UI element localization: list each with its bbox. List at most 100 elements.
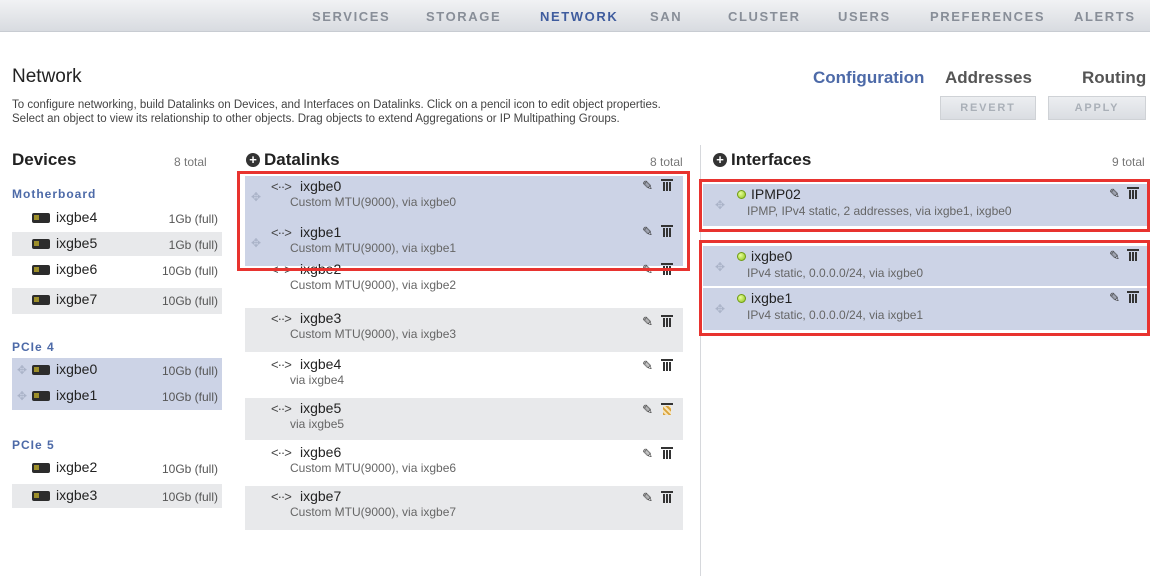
- datalink-row[interactable]: ✥ <··> ixgbe1 Custom MTU(9000), via ixgb…: [245, 222, 683, 266]
- device-row[interactable]: ✥ ixgbe0 10Gb (full): [12, 358, 222, 384]
- device-row[interactable]: ixgbe3 10Gb (full): [12, 484, 222, 508]
- datalink-icon: <··>: [271, 489, 292, 504]
- datalink-row[interactable]: <··> ixgbe4 via ixgbe4 ✎: [245, 354, 683, 396]
- trash-icon[interactable]: [661, 359, 673, 371]
- trash-icon[interactable]: [661, 179, 673, 191]
- datalink-name: ixgbe1: [300, 224, 342, 240]
- datalink-desc: via ixgbe5: [290, 417, 345, 431]
- pencil-icon[interactable]: ✎: [642, 262, 653, 278]
- device-row[interactable]: ixgbe4 1Gb (full): [12, 206, 222, 230]
- datalink-name: ixgbe2: [300, 261, 342, 277]
- datalink-row[interactable]: <··> ixgbe5 via ixgbe5 ✎: [245, 398, 683, 440]
- pencil-icon[interactable]: ✎: [642, 446, 653, 462]
- status-up-icon: [737, 252, 746, 261]
- trash-icon[interactable]: [1127, 291, 1139, 303]
- trash-icon[interactable]: [1127, 249, 1139, 261]
- add-interface-icon[interactable]: +: [713, 153, 727, 167]
- trash-icon[interactable]: [661, 225, 673, 237]
- interface-row[interactable]: ✥ ixgbe0 IPv4 static, 0.0.0.0/24, via ix…: [703, 246, 1147, 286]
- device-speed: 10Gb (full): [161, 364, 218, 378]
- nic-chip-icon: [32, 391, 50, 401]
- pencil-icon[interactable]: ✎: [1109, 186, 1120, 202]
- pencil-icon[interactable]: ✎: [642, 490, 653, 506]
- pencil-icon[interactable]: ✎: [642, 178, 653, 194]
- datalink-desc: via ixgbe4: [290, 373, 345, 387]
- trash-icon[interactable]: [661, 447, 673, 459]
- interfaces-header: + Interfaces: [713, 150, 811, 170]
- device-speed: 1Gb (full): [168, 212, 218, 226]
- device-speed: 10Gb (full): [161, 264, 218, 278]
- nav-network[interactable]: NETWORK: [540, 9, 618, 24]
- datalink-name: ixgbe7: [300, 488, 342, 504]
- drag-handle-icon[interactable]: ✥: [715, 302, 725, 316]
- nav-alerts[interactable]: ALERTS: [1074, 9, 1136, 24]
- trash-icon[interactable]: [661, 315, 673, 327]
- drag-handle-icon[interactable]: ✥: [251, 190, 261, 204]
- device-row[interactable]: ixgbe7 10Gb (full): [12, 288, 222, 314]
- datalink-row[interactable]: ✥ <··> ixgbe0 Custom MTU(9000), via ixgb…: [245, 176, 683, 222]
- revert-button[interactable]: REVERT: [940, 96, 1036, 120]
- pencil-icon[interactable]: ✎: [1109, 290, 1120, 306]
- datalinks-title: Datalinks: [264, 150, 340, 169]
- drag-handle-icon[interactable]: ✥: [251, 236, 261, 250]
- device-row[interactable]: ✥ ixgbe1 10Gb (full): [12, 384, 222, 410]
- status-up-icon: [737, 190, 746, 199]
- interfaces-count: 9 total: [1112, 155, 1145, 169]
- nic-chip-icon: [32, 295, 50, 305]
- interface-row[interactable]: ✥ ixgbe1 IPv4 static, 0.0.0.0/24, via ix…: [703, 288, 1147, 330]
- datalink-row[interactable]: <··> ixgbe2 Custom MTU(9000), via ixgbe2…: [245, 261, 683, 308]
- datalink-desc: Custom MTU(9000), via ixgbe1: [290, 241, 457, 255]
- datalink-row[interactable]: <··> ixgbe7 Custom MTU(9000), via ixgbe7…: [245, 486, 683, 530]
- datalink-name: ixgbe0: [300, 178, 342, 194]
- pencil-icon[interactable]: ✎: [642, 224, 653, 240]
- pencil-icon[interactable]: ✎: [1109, 248, 1120, 264]
- add-datalink-icon[interactable]: +: [246, 153, 260, 167]
- interface-name: ixgbe0: [751, 248, 793, 264]
- device-name: ixgbe0: [56, 361, 98, 377]
- apply-button[interactable]: APPLY: [1048, 96, 1146, 120]
- devices-title: Devices: [12, 150, 77, 169]
- device-speed: 10Gb (full): [161, 462, 218, 476]
- datalink-icon: <··>: [271, 179, 292, 194]
- nic-chip-icon: [32, 265, 50, 275]
- pencil-icon[interactable]: ✎: [642, 402, 653, 418]
- nav-preferences[interactable]: PREFERENCES: [930, 9, 1045, 24]
- interface-name: IPMP02: [751, 186, 801, 202]
- column-divider: [700, 145, 701, 576]
- trash-icon[interactable]: [661, 263, 673, 275]
- interface-row[interactable]: ✥ IPMP02 IPMP, IPv4 static, 2 addresses,…: [703, 184, 1147, 226]
- drag-handle-icon[interactable]: ✥: [715, 198, 725, 212]
- top-nav: SERVICES STORAGE NETWORK SAN CLUSTER USE…: [0, 0, 1150, 32]
- nav-services[interactable]: SERVICES: [312, 9, 390, 24]
- drag-handle-icon[interactable]: ✥: [715, 260, 725, 274]
- device-name: ixgbe5: [56, 235, 98, 251]
- datalink-row[interactable]: <··> ixgbe3 Custom MTU(9000), via ixgbe3…: [245, 308, 683, 352]
- datalink-desc: Custom MTU(9000), via ixgbe6: [290, 461, 457, 475]
- nav-users[interactable]: USERS: [838, 9, 891, 24]
- datalink-icon: <··>: [271, 445, 292, 460]
- pencil-icon[interactable]: ✎: [642, 358, 653, 374]
- device-name: ixgbe7: [56, 291, 98, 307]
- nav-san[interactable]: SAN: [650, 9, 682, 24]
- tab-configuration[interactable]: Configuration: [813, 68, 924, 88]
- device-row[interactable]: ixgbe6 10Gb (full): [12, 258, 222, 282]
- help-line-2: Select an object to view its relationshi…: [12, 113, 620, 125]
- datalink-icon: <··>: [271, 225, 292, 240]
- pencil-icon[interactable]: ✎: [642, 314, 653, 330]
- device-row[interactable]: ixgbe5 1Gb (full): [12, 232, 222, 256]
- device-row[interactable]: ixgbe2 10Gb (full): [12, 456, 222, 480]
- datalink-icon: <··>: [271, 262, 292, 277]
- device-name: ixgbe2: [56, 459, 98, 475]
- trash-icon[interactable]: [1127, 187, 1139, 199]
- drag-handle-icon[interactable]: ✥: [17, 363, 27, 377]
- interfaces-title: Interfaces: [731, 150, 812, 169]
- nav-cluster[interactable]: CLUSTER: [728, 9, 801, 24]
- datalink-desc: Custom MTU(9000), via ixgbe0: [290, 195, 457, 209]
- trash-icon[interactable]: [661, 491, 673, 503]
- nav-storage[interactable]: STORAGE: [426, 9, 501, 24]
- tab-addresses[interactable]: Addresses: [945, 68, 1032, 88]
- tab-routing[interactable]: Routing: [1082, 68, 1146, 88]
- drag-handle-icon[interactable]: ✥: [17, 389, 27, 403]
- datalink-row[interactable]: <··> ixgbe6 Custom MTU(9000), via ixgbe6…: [245, 442, 683, 484]
- nic-chip-icon: [32, 463, 50, 473]
